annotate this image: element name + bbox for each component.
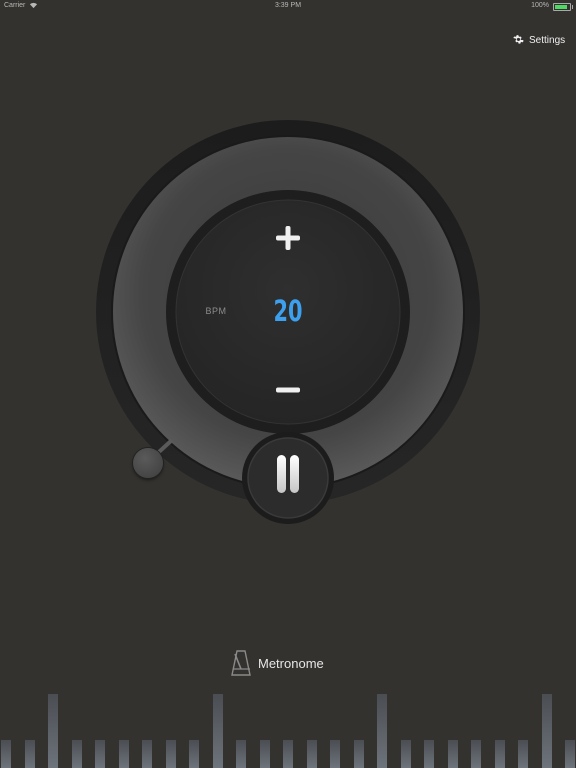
beat-bar	[518, 740, 528, 768]
bpm-label: BPM	[205, 306, 227, 316]
beat-indicator	[0, 690, 576, 768]
beat-bar	[565, 740, 575, 768]
beat-bar	[189, 740, 199, 768]
beat-bar	[259, 740, 270, 768]
beat-bar	[494, 740, 505, 768]
beat-bar	[71, 740, 82, 768]
beat-bar	[1, 740, 11, 768]
accent-beat-bar	[377, 694, 387, 768]
beat-bar	[24, 740, 35, 768]
beat-bar	[353, 740, 364, 768]
decrease-bpm-button[interactable]	[272, 374, 304, 406]
plus-icon	[276, 226, 300, 250]
beat-bar	[283, 740, 293, 768]
bpm-value: 20	[273, 294, 303, 328]
pause-button[interactable]	[244, 434, 332, 522]
increase-bpm-button[interactable]	[272, 222, 304, 254]
accent-beat-bar	[48, 694, 58, 768]
beat-bar	[165, 740, 176, 768]
beat-bar	[118, 740, 129, 768]
beat-bar	[95, 740, 105, 768]
app-title: Metronome	[258, 655, 324, 671]
app-footer: Metronome	[230, 648, 324, 678]
beat-bar	[306, 740, 317, 768]
beat-bar	[142, 740, 152, 768]
accent-beat-bar	[212, 694, 223, 768]
beat-bar	[236, 740, 246, 768]
minus-icon	[276, 387, 300, 393]
beat-bar	[400, 740, 411, 768]
metronome-icon	[231, 650, 251, 676]
beat-bar	[471, 740, 481, 768]
dial-handle[interactable]	[133, 448, 163, 478]
accent-beat-bar	[541, 694, 552, 768]
beat-bar	[330, 740, 340, 768]
beat-bar	[424, 740, 434, 768]
beat-bar	[447, 740, 458, 768]
